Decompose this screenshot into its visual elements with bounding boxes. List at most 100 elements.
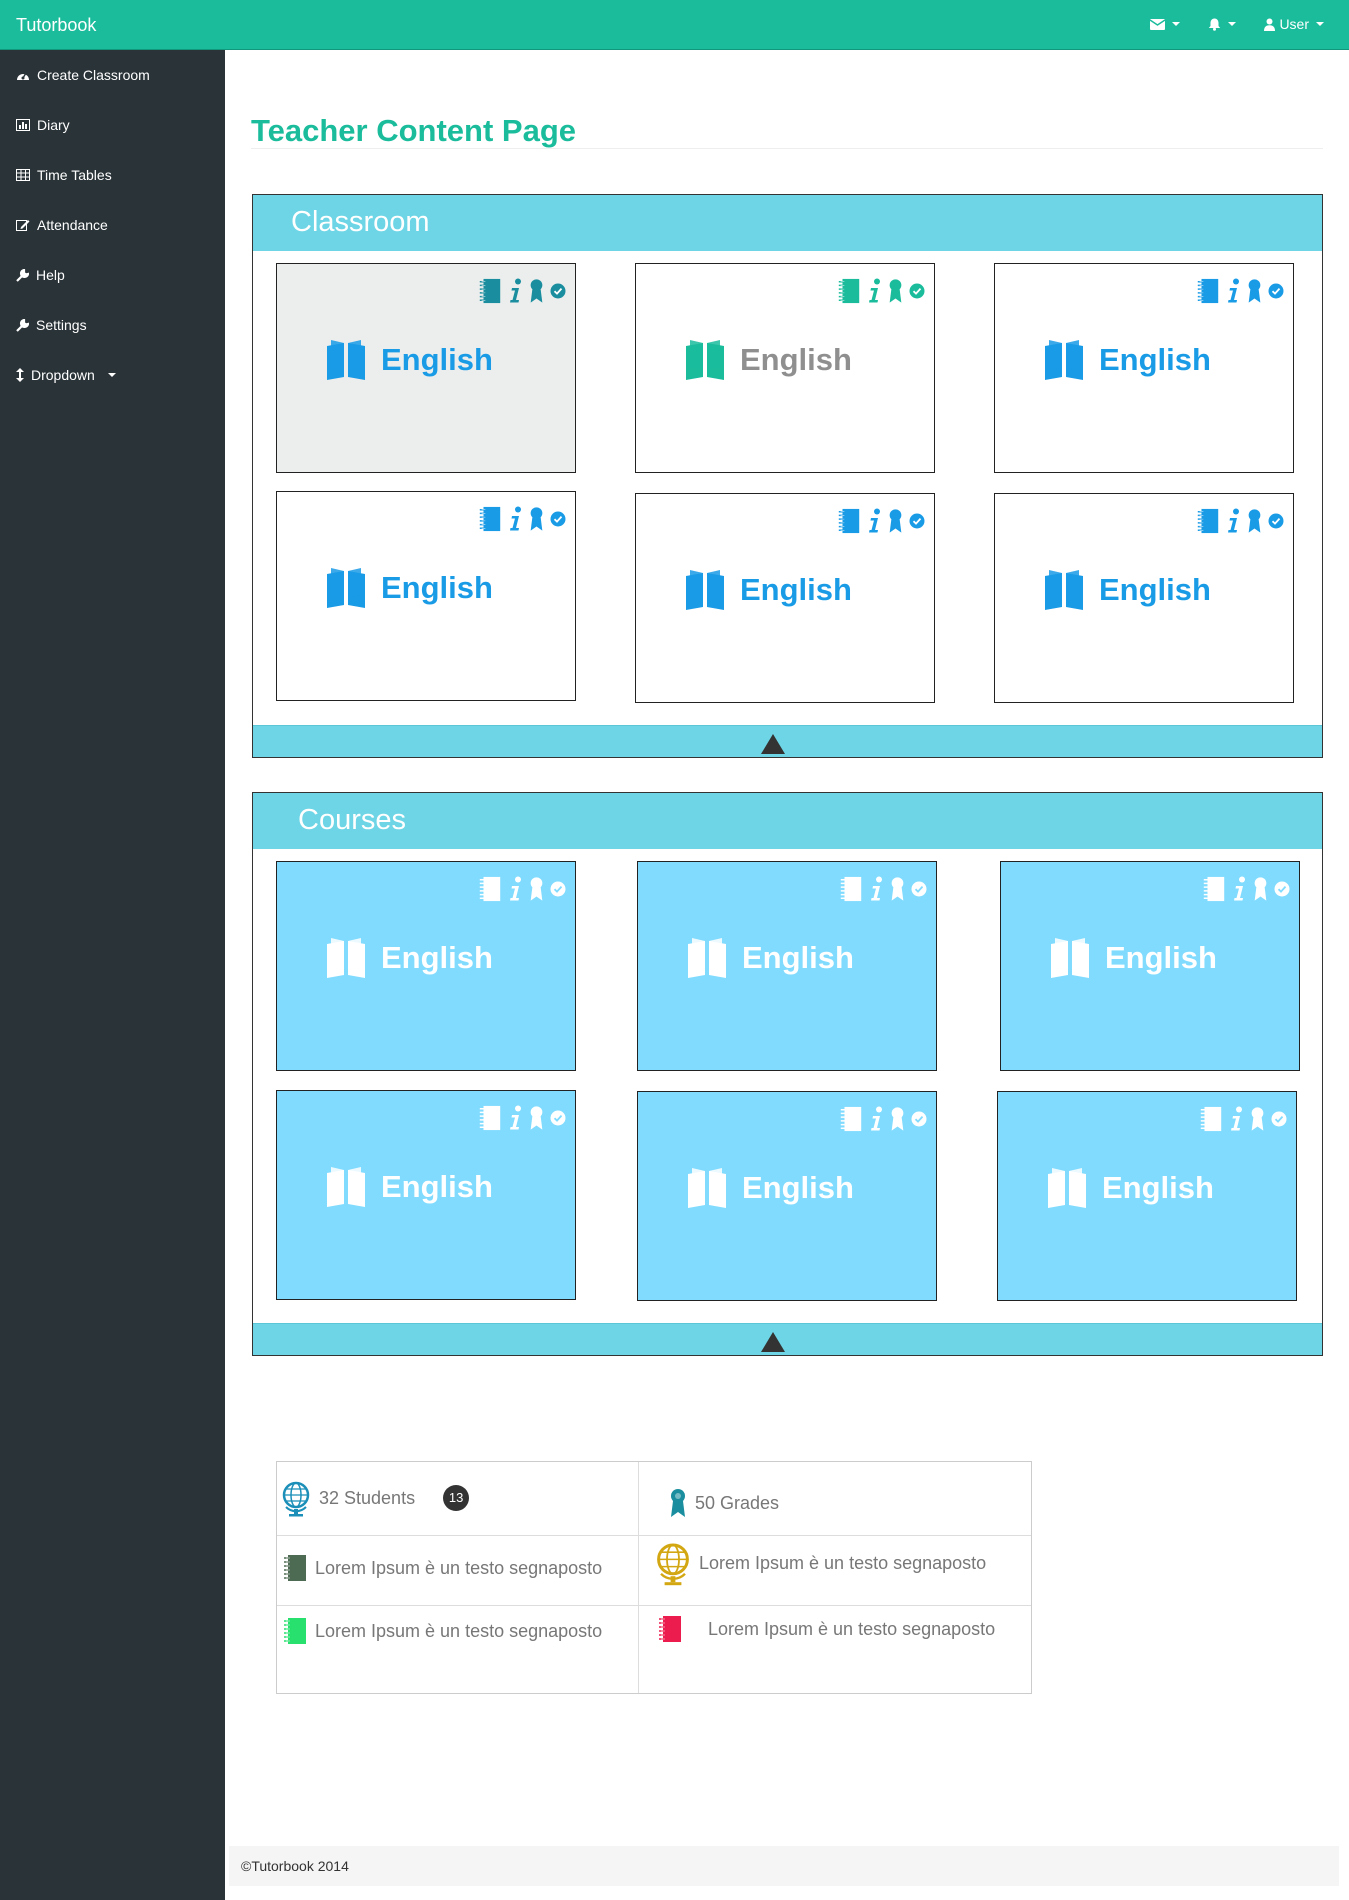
info-icon: [1231, 1106, 1242, 1131]
sidebar-item-settings[interactable]: Settings: [0, 300, 225, 350]
user-label: User: [1279, 16, 1309, 32]
lorem-text: Lorem Ipsum è un testo segnaposto: [708, 1618, 996, 1639]
card-actions[interactable]: [477, 1105, 566, 1131]
card-actions[interactable]: [1195, 508, 1284, 534]
card-actions[interactable]: [477, 506, 566, 532]
sidebar-item-diary[interactable]: Diary: [0, 100, 225, 150]
notebook-icon: [1197, 278, 1219, 304]
info-icon: [510, 506, 521, 531]
divider: [277, 1535, 1031, 1536]
sidebar-item-create-classroom[interactable]: Create Classroom: [0, 50, 225, 100]
info-icon: [1228, 278, 1239, 303]
notebook-icon: [1200, 1106, 1222, 1132]
navbar-right: User: [1150, 16, 1324, 32]
check-circle-icon: [909, 513, 925, 529]
card-label: English: [1105, 940, 1217, 975]
card-content: English: [686, 1168, 854, 1208]
divider: [277, 1605, 1031, 1606]
envelope-icon: [1150, 18, 1166, 30]
grades-stat: 50 Grades: [669, 1488, 779, 1518]
table-icon: [16, 169, 30, 181]
user-dropdown[interactable]: User: [1264, 16, 1324, 32]
bar-chart-icon: [16, 119, 30, 131]
brand-logo[interactable]: Tutorbook: [16, 15, 96, 36]
classroom-panel-footer: [253, 725, 1322, 757]
card-actions[interactable]: [1195, 278, 1284, 304]
course-card[interactable]: English: [276, 861, 576, 1071]
classroom-card[interactable]: English: [276, 491, 576, 701]
card-actions[interactable]: [838, 876, 927, 902]
award-ribbon-icon: [889, 509, 902, 533]
chevron-down-icon: [1228, 22, 1237, 26]
courses-panel: Courses English English English English Engl…: [252, 792, 1323, 1356]
card-actions[interactable]: [1198, 1106, 1287, 1132]
classroom-card[interactable]: English: [276, 263, 576, 473]
sidebar-item-time-tables[interactable]: Time Tables: [0, 150, 225, 200]
check-circle-icon: [550, 511, 566, 527]
card-actions[interactable]: [477, 278, 566, 304]
notifications-dropdown[interactable]: [1208, 18, 1237, 31]
card-content: English: [684, 570, 852, 610]
sidebar-item-label: Time Tables: [37, 167, 112, 183]
award-ribbon-icon: [530, 877, 543, 901]
info-icon: [510, 876, 521, 901]
card-content: English: [1043, 570, 1211, 610]
sidebar-item-label: Help: [36, 267, 65, 283]
notebook-icon: [840, 876, 862, 902]
course-card[interactable]: English: [637, 1091, 937, 1301]
sidebar-item-label: Attendance: [37, 217, 108, 233]
card-actions[interactable]: [836, 508, 925, 534]
card-actions[interactable]: [477, 876, 566, 902]
classroom-card[interactable]: English: [635, 493, 935, 703]
dashboard-icon: [17, 72, 29, 80]
award-ribbon-icon: [530, 507, 543, 531]
info-icon: [869, 508, 880, 533]
collapse-arrow-icon[interactable]: [761, 734, 785, 754]
book-icon: [1045, 340, 1083, 380]
classroom-card[interactable]: English: [994, 493, 1294, 703]
course-card[interactable]: English: [276, 1090, 576, 1300]
card-actions[interactable]: [836, 278, 925, 304]
check-circle-icon: [550, 881, 566, 897]
resize-vertical-icon: [16, 368, 24, 382]
book-icon: [327, 938, 365, 978]
card-label: English: [1099, 342, 1211, 377]
notebook-icon: [838, 278, 860, 304]
book-icon: [688, 1168, 726, 1208]
sidebar-item-dropdown[interactable]: Dropdown: [0, 350, 225, 400]
course-card[interactable]: English: [637, 861, 937, 1071]
award-ribbon-icon: [671, 1489, 685, 1517]
footer-text: ©Tutorbook 2014: [241, 1858, 349, 1874]
stats-table: 32 Students 13 50 Grades Lorem Ipsum è u…: [276, 1461, 1032, 1694]
classroom-card[interactable]: English: [635, 263, 935, 473]
collapse-arrow-icon[interactable]: [761, 1332, 785, 1352]
course-card[interactable]: English: [997, 1091, 1297, 1301]
info-icon: [869, 278, 880, 303]
lorem-text: Lorem Ipsum è un testo segnaposto: [699, 1552, 987, 1573]
card-label: English: [381, 1169, 493, 1204]
sidebar-item-help[interactable]: Help: [0, 250, 225, 300]
wrench-icon: [16, 268, 29, 282]
card-label: English: [1099, 572, 1211, 607]
sidebar-item-attendance[interactable]: Attendance: [0, 200, 225, 250]
chevron-down-icon: [1316, 22, 1324, 26]
book-icon: [686, 340, 724, 380]
card-content: English: [686, 938, 854, 978]
notebook-icon: [284, 1618, 306, 1644]
classroom-card[interactable]: English: [994, 263, 1294, 473]
award-ribbon-icon: [1251, 1107, 1264, 1131]
award-ribbon-icon: [889, 279, 902, 303]
notebook-icon: [479, 278, 501, 304]
card-actions[interactable]: [1201, 876, 1290, 902]
card-label: English: [740, 342, 852, 377]
award-ribbon-icon: [530, 279, 543, 303]
book-icon: [1045, 570, 1083, 610]
info-icon: [510, 1105, 521, 1130]
info-icon: [510, 278, 521, 303]
notebook-icon: [840, 1106, 862, 1132]
lorem-item: Lorem Ipsum è un testo segnaposto: [283, 1617, 602, 1645]
course-card[interactable]: English: [1000, 861, 1300, 1071]
messages-dropdown[interactable]: [1150, 18, 1181, 30]
sidebar-item-label: Dropdown: [31, 367, 95, 383]
card-actions[interactable]: [838, 1106, 927, 1132]
